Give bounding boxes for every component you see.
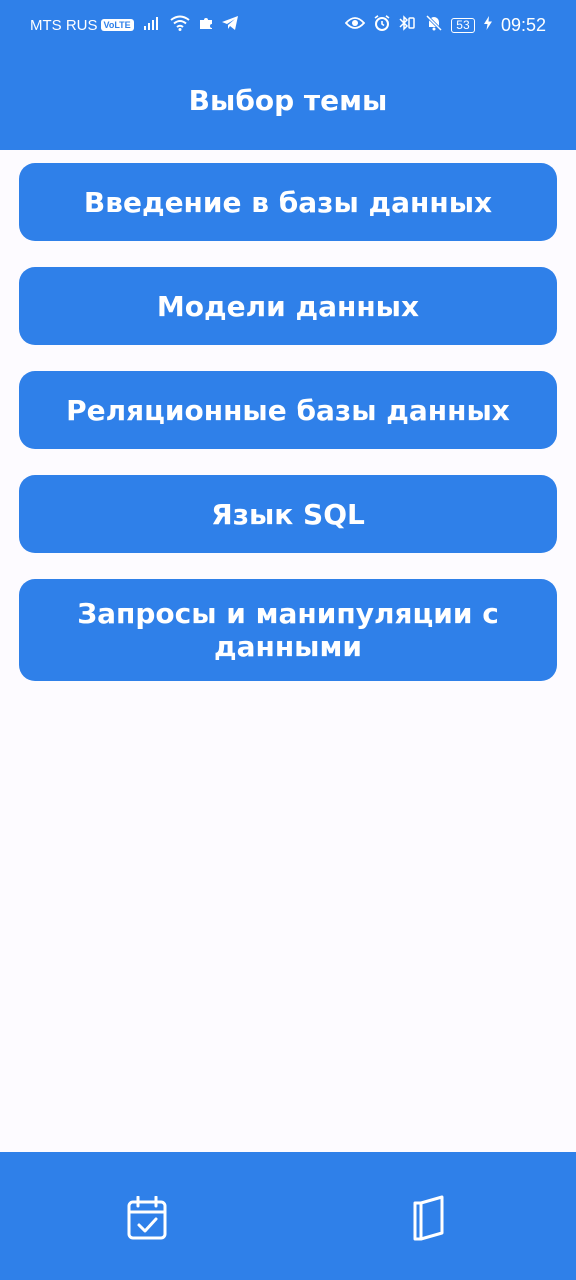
book-icon bbox=[411, 1195, 447, 1245]
charging-icon bbox=[483, 16, 492, 34]
topic-button-relational-databases[interactable]: Реляционные базы данных bbox=[19, 371, 557, 449]
volte-badge: VoLTE bbox=[100, 19, 134, 31]
bell-muted-icon bbox=[425, 14, 443, 35]
puzzle-icon bbox=[199, 16, 213, 34]
app-bar: Выбор темы bbox=[0, 50, 576, 150]
topic-button-data-models[interactable]: Модели данных bbox=[19, 267, 557, 345]
wifi-icon bbox=[170, 15, 190, 35]
page-title: Выбор темы bbox=[188, 83, 388, 117]
nav-tasks-button[interactable] bbox=[119, 1192, 175, 1248]
status-left: MTS RUS VoLTE bbox=[30, 15, 238, 35]
status-bar: MTS RUS VoLTE 53 09:52 bbox=[0, 0, 576, 50]
topic-button-queries-manipulation[interactable]: Запросы и манипуляции с данными bbox=[19, 579, 557, 681]
topic-button-intro-databases[interactable]: Введение в базы данных bbox=[19, 163, 557, 241]
topic-button-sql-language[interactable]: Язык SQL bbox=[19, 475, 557, 553]
battery-indicator: 53 bbox=[450, 17, 475, 33]
bluetooth-vibrate-icon bbox=[399, 15, 417, 35]
carrier-name: MTS RUS bbox=[30, 16, 98, 34]
status-right: 53 09:52 bbox=[344, 14, 546, 36]
signal-icon bbox=[143, 16, 161, 34]
telegram-icon bbox=[221, 16, 238, 34]
nav-book-button[interactable] bbox=[401, 1192, 457, 1248]
eye-icon bbox=[344, 16, 366, 34]
clock: 09:52 bbox=[500, 14, 546, 35]
topic-list: Введение в базы данных Модели данных Рел… bbox=[19, 163, 557, 707]
calendar-check-icon bbox=[127, 1195, 167, 1244]
alarm-icon bbox=[374, 15, 390, 35]
bottom-nav bbox=[0, 1152, 576, 1280]
